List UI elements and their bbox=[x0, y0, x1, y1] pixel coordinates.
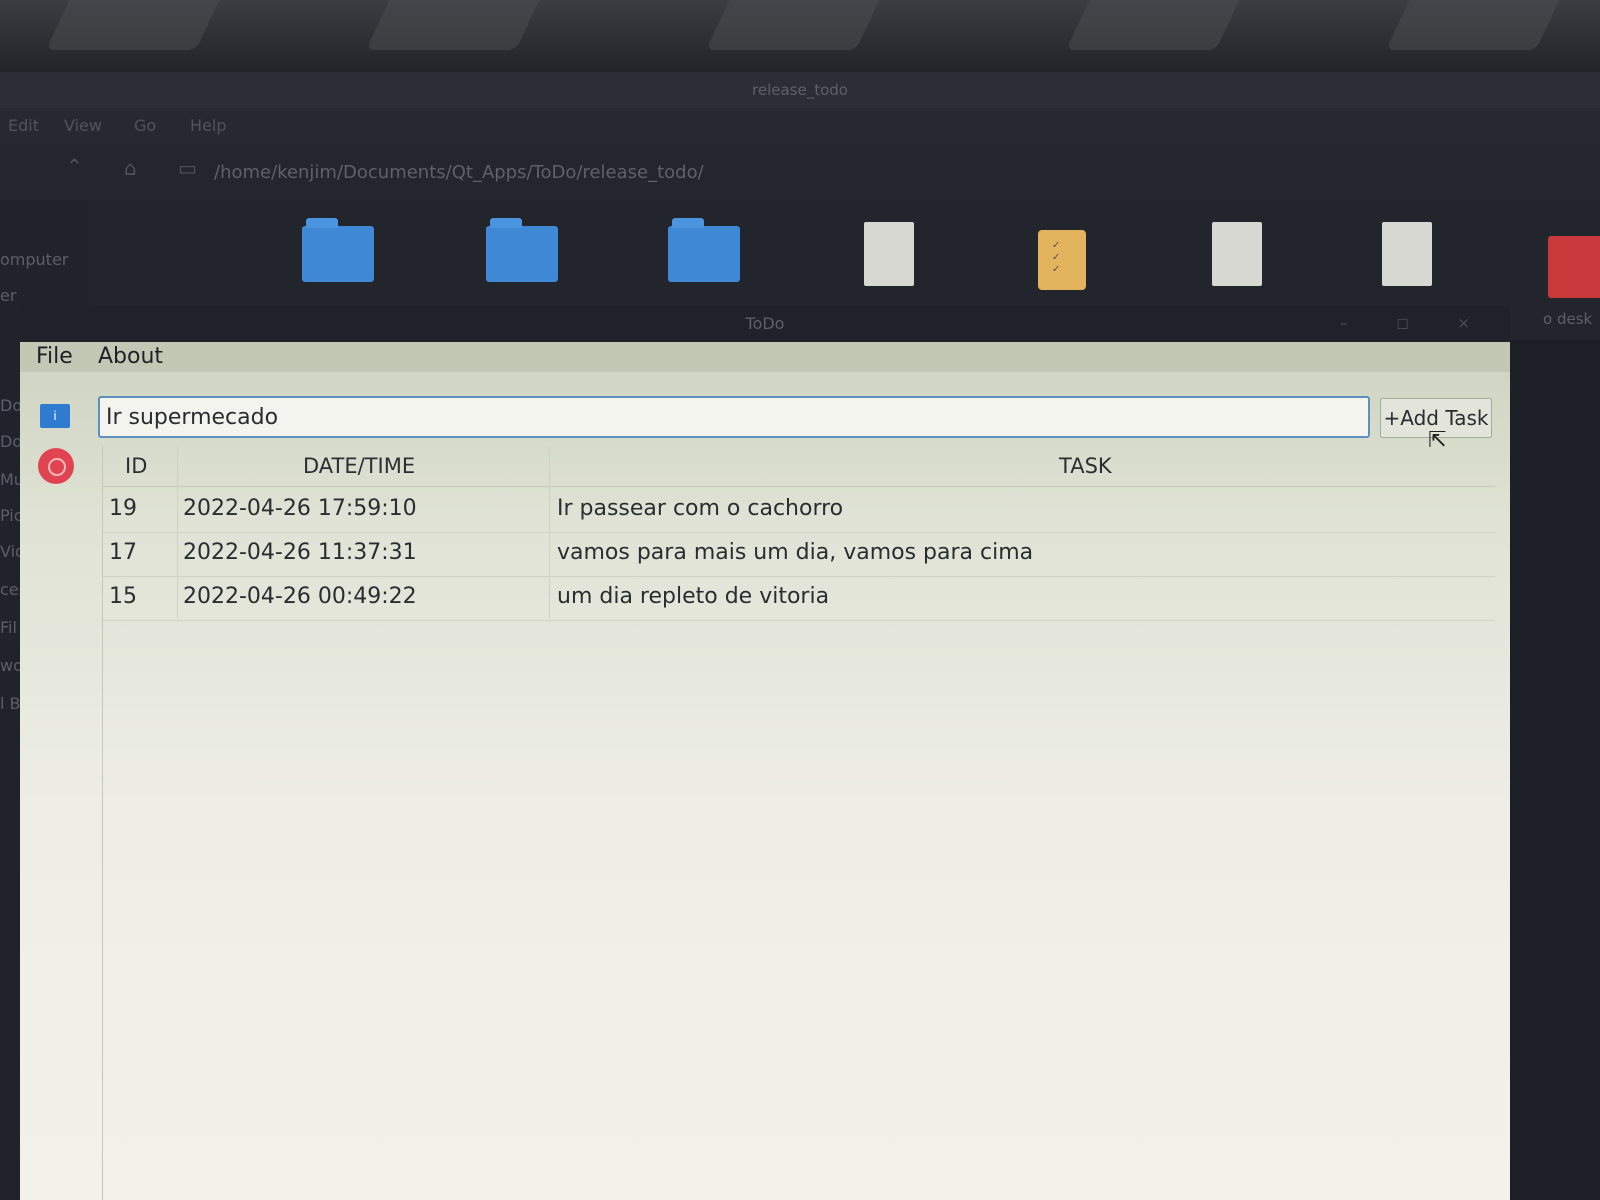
file-icon[interactable] bbox=[1212, 222, 1262, 286]
todo-window-titlebar[interactable]: ToDo – ◻ × bbox=[20, 306, 1510, 342]
table-row[interactable]: 17 2022-04-26 11:37:31 vamos para mais u… bbox=[103, 532, 1495, 577]
file-manager-toolbar: ⌃ ⌂ ▭ /home/kenjim/Documents/Qt_Apps/ToD… bbox=[0, 144, 1600, 200]
file-manager-menubar: Edit View Go Help bbox=[0, 108, 1600, 144]
clipboard-icon[interactable] bbox=[1038, 230, 1086, 290]
column-header-id[interactable]: ID bbox=[125, 454, 147, 478]
menu-about[interactable]: About bbox=[98, 344, 163, 369]
menubar: File About bbox=[20, 342, 1510, 372]
file-manager-title: release_todo bbox=[0, 72, 1600, 108]
sidebar-item[interactable]: er bbox=[0, 286, 16, 305]
desktop-background bbox=[1510, 342, 1600, 1200]
table-header: ID DATE/TIME TASK bbox=[103, 446, 1495, 487]
column-header-datetime[interactable]: DATE/TIME bbox=[303, 454, 415, 478]
cell-task: Ir passear com o cachorro bbox=[557, 496, 844, 521]
file-manager-title-text: release_todo bbox=[752, 81, 848, 99]
cell-datetime: 2022-04-26 00:49:22 bbox=[183, 584, 417, 609]
folder-icon[interactable] bbox=[302, 218, 374, 282]
folder-icon: ▭ bbox=[178, 156, 197, 180]
up-arrow-icon[interactable]: ⌃ bbox=[66, 154, 83, 178]
cell-id: 19 bbox=[109, 496, 137, 521]
sidebar-item[interactable]: Do bbox=[0, 396, 22, 415]
table-row[interactable]: 15 2022-04-26 00:49:22 um dia repleto de… bbox=[103, 576, 1495, 621]
folder-icon[interactable] bbox=[668, 218, 740, 282]
file-icon[interactable] bbox=[864, 222, 914, 286]
fm-menu-view[interactable]: View bbox=[64, 116, 102, 135]
home-icon[interactable]: ⌂ bbox=[124, 156, 137, 180]
info-button-icon[interactable]: i bbox=[40, 404, 70, 428]
tasks-table: ID DATE/TIME TASK 19 2022-04-26 17:59:10… bbox=[102, 446, 1495, 1200]
cell-task: um dia repleto de vitoria bbox=[557, 584, 830, 609]
folder-icon[interactable] bbox=[486, 218, 558, 282]
path-bar[interactable]: /home/kenjim/Documents/Qt_Apps/ToDo/rele… bbox=[214, 162, 704, 183]
fm-menu-help[interactable]: Help bbox=[190, 116, 226, 135]
table-row[interactable]: 19 2022-04-26 17:59:10 Ir passear com o … bbox=[103, 488, 1495, 533]
cell-datetime: 2022-04-26 17:59:10 bbox=[183, 496, 417, 521]
cell-datetime: 2022-04-26 11:37:31 bbox=[183, 540, 417, 565]
file-icon[interactable] bbox=[1382, 222, 1432, 286]
task-input[interactable] bbox=[98, 396, 1370, 438]
cell-id: 15 bbox=[109, 584, 137, 609]
stop-button-icon[interactable] bbox=[38, 448, 74, 484]
fm-menu-edit[interactable]: Edit bbox=[8, 116, 39, 135]
desktop-file-label: o desk bbox=[1543, 310, 1593, 328]
sidebar-item[interactable]: Do bbox=[0, 432, 22, 451]
fm-menu-go[interactable]: Go bbox=[134, 116, 156, 135]
menu-file[interactable]: File bbox=[36, 344, 73, 369]
sidebar-item[interactable]: Fil bbox=[0, 618, 17, 637]
cell-task: vamos para mais um dia, vamos para cima bbox=[557, 540, 1034, 565]
column-header-task[interactable]: TASK bbox=[1059, 454, 1112, 478]
window-controls[interactable]: – ◻ × bbox=[1340, 314, 1492, 332]
sidebar-item-computer[interactable]: omputer bbox=[0, 250, 68, 269]
todo-window: File About i +Add Task ⇱ ID DATE/TIME TA… bbox=[20, 342, 1510, 1200]
app-icon[interactable] bbox=[1548, 236, 1600, 298]
background-keyboard bbox=[0, 0, 1600, 80]
cell-id: 17 bbox=[109, 540, 137, 565]
window-title: ToDo bbox=[745, 314, 785, 333]
